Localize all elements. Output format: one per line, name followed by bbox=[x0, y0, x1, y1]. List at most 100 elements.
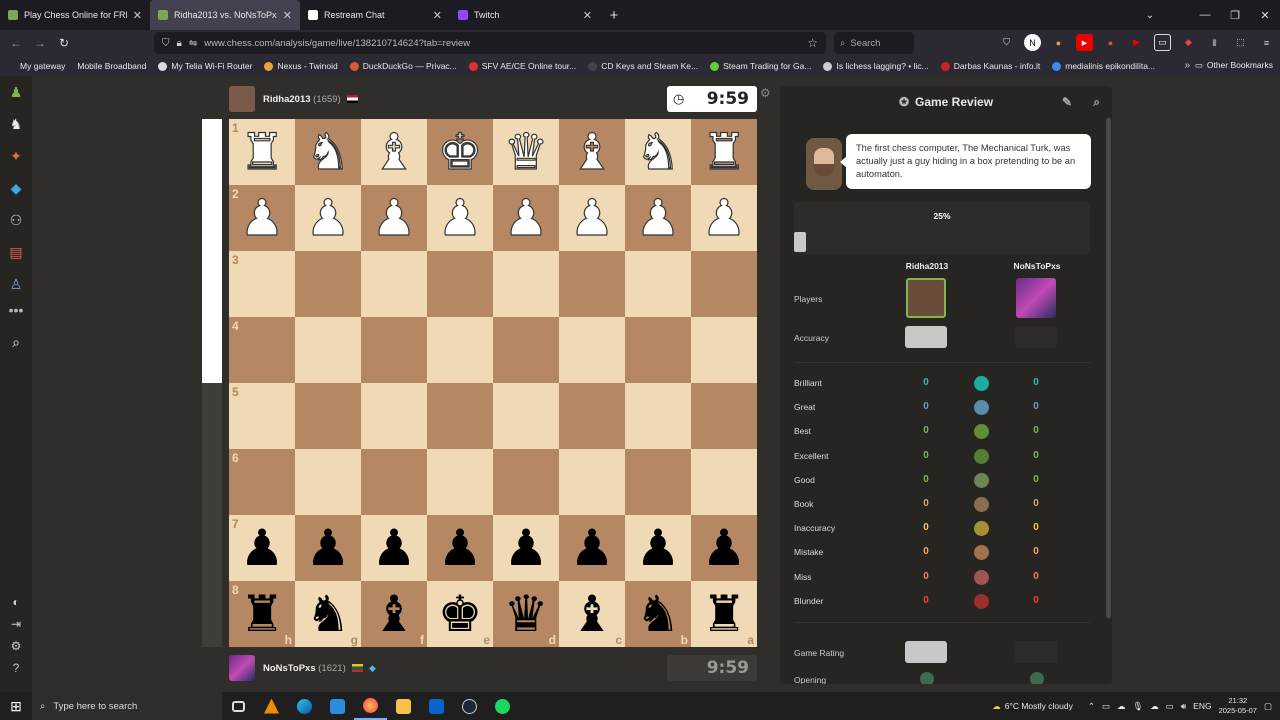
n-extension-icon[interactable]: N bbox=[1024, 34, 1041, 51]
bookmark-item[interactable]: CD Keys and Steam Ke... bbox=[582, 61, 704, 71]
board-square[interactable] bbox=[691, 251, 757, 317]
classification-row-inaccuracy[interactable]: Inaccuracy 0 0 bbox=[780, 519, 1112, 539]
bookmark-item[interactable]: Steam Trading for Ga... bbox=[704, 61, 817, 71]
black-piece-icon[interactable]: ♞ bbox=[306, 589, 351, 639]
board-square[interactable]: ♟ bbox=[691, 515, 757, 581]
player1-avatar[interactable] bbox=[906, 278, 946, 318]
play-icon[interactable]: ♞ bbox=[6, 114, 26, 134]
board-square[interactable]: 6 bbox=[229, 449, 295, 515]
back-icon[interactable]: ← bbox=[4, 31, 28, 55]
board-square[interactable]: ♟ bbox=[427, 185, 493, 251]
board-square[interactable]: ♟ bbox=[493, 185, 559, 251]
windows-start-icon[interactable]: ⊞ bbox=[0, 692, 32, 720]
bookmark-item[interactable]: medialinis epikondilita... bbox=[1046, 61, 1161, 71]
board-square[interactable]: ♟ bbox=[625, 515, 691, 581]
close-tab-icon[interactable]: ✕ bbox=[583, 9, 592, 22]
black-piece-icon[interactable]: ♝ bbox=[570, 589, 615, 639]
tab-game-analysis[interactable]: Ridha2013 vs. NoNsToPxs | Ana ✕ bbox=[150, 0, 300, 30]
white-piece-icon[interactable]: ♝ bbox=[371, 126, 417, 177]
board-square[interactable] bbox=[691, 449, 757, 515]
help-icon[interactable]: ? bbox=[6, 658, 26, 678]
white-piece-icon[interactable]: ♟ bbox=[437, 192, 483, 243]
show-hidden-icons-icon[interactable]: ⌃ bbox=[1088, 701, 1095, 712]
board-square[interactable]: ♞ bbox=[625, 119, 691, 185]
bookmark-item[interactable]: SFV AE/CE Online tour... bbox=[463, 61, 583, 71]
board-square[interactable] bbox=[625, 317, 691, 383]
board-square[interactable] bbox=[691, 383, 757, 449]
cloud-icon[interactable]: ☁ bbox=[1117, 701, 1126, 712]
board-square[interactable] bbox=[559, 383, 625, 449]
steam-icon[interactable] bbox=[453, 692, 486, 720]
board-square[interactable]: 3 bbox=[229, 251, 295, 317]
classification-row-mistake[interactable]: Mistake 0 0 bbox=[780, 543, 1112, 563]
tab-twitch[interactable]: Twitch ✕ bbox=[450, 0, 600, 30]
board-square[interactable]: ♜ bbox=[691, 119, 757, 185]
board-square[interactable]: ♟ bbox=[493, 515, 559, 581]
board-square[interactable] bbox=[493, 251, 559, 317]
puzzle-icon[interactable]: ⬚ bbox=[1232, 34, 1249, 51]
task-view-icon[interactable] bbox=[222, 692, 255, 720]
address-bar[interactable]: ⛉ 🔒︎ ⇋ www.chess.com/analysis/game/live/… bbox=[154, 32, 826, 54]
player2-avatar[interactable] bbox=[1016, 278, 1056, 318]
board-square[interactable]: ♟ bbox=[427, 515, 493, 581]
player-name[interactable]: Ridha2013 bbox=[263, 94, 311, 105]
collapse-icon[interactable]: ⇥ bbox=[6, 614, 26, 634]
bookmark-item[interactable]: Nexus - Twinoid bbox=[258, 61, 343, 71]
social-icon[interactable]: ♙ bbox=[6, 274, 26, 294]
lock-icon[interactable]: 🔒︎ bbox=[177, 38, 182, 49]
analysis-search-icon[interactable]: ⌕ bbox=[1093, 95, 1100, 110]
board-square[interactable]: g ♞ bbox=[295, 581, 361, 647]
chesscom-logo-icon[interactable]: ♟ bbox=[6, 82, 26, 102]
learn-icon[interactable]: ◆ bbox=[6, 178, 26, 198]
board-square[interactable] bbox=[361, 317, 427, 383]
notifications-icon[interactable]: ▢ bbox=[1264, 701, 1272, 712]
reload-icon[interactable]: ↻ bbox=[52, 31, 76, 55]
board-square[interactable]: 2 ♟ bbox=[229, 185, 295, 251]
black-piece-icon[interactable]: ♟ bbox=[504, 523, 549, 573]
board-square[interactable] bbox=[625, 251, 691, 317]
board-square[interactable] bbox=[559, 449, 625, 515]
url-text[interactable]: www.chess.com/analysis/game/live/1382107… bbox=[204, 38, 470, 49]
board-square[interactable]: e ♚ bbox=[427, 581, 493, 647]
more-bookmarks-icon[interactable]: » bbox=[1184, 60, 1190, 71]
board-square[interactable]: d ♛ bbox=[493, 581, 559, 647]
board-square[interactable] bbox=[427, 383, 493, 449]
bookmark-item[interactable]: Darbas Kaunas - info.lt bbox=[935, 61, 1046, 71]
file-explorer-icon[interactable] bbox=[387, 692, 420, 720]
close-window-icon[interactable]: ✕ bbox=[1250, 0, 1280, 30]
extension-icon[interactable]: ▮ bbox=[1206, 34, 1223, 51]
youtube-icon[interactable]: ▶ bbox=[1076, 34, 1093, 51]
black-piece-icon[interactable]: ♛ bbox=[504, 589, 549, 639]
board-settings-icon[interactable]: ⚙ bbox=[760, 86, 771, 100]
onedrive-icon[interactable]: ☁ bbox=[1150, 701, 1159, 712]
white-piece-icon[interactable]: ♚ bbox=[437, 126, 483, 177]
spotify-icon[interactable] bbox=[486, 692, 519, 720]
board-square[interactable] bbox=[295, 383, 361, 449]
network-icon[interactable]: ▭ bbox=[1102, 701, 1110, 712]
maximize-icon[interactable]: ❐ bbox=[1220, 0, 1250, 30]
chessboard[interactable]: 1 ♜ ♞ ♝ ♚ ♛ ♝ ♞ ♜ 2 ♟ ♟ ♟ ♟ ♟ ♟ ♟ ♟ 3 4 5 6 7 ♟ ♟ ♟ ♟ ♟ ♟ ♟ ♟ 8 h ♜ g ♞ f ♝ e ♚… bbox=[229, 119, 757, 647]
extension-badge-icon[interactable]: ◆ bbox=[1180, 34, 1197, 51]
puzzles-icon[interactable]: ✦ bbox=[6, 146, 26, 166]
youtube-icon[interactable]: ▶ bbox=[1128, 34, 1145, 51]
cookie-icon[interactable]: ● bbox=[1050, 34, 1067, 51]
bookmark-item[interactable]: Is lichess lagging? • lic... bbox=[817, 61, 934, 71]
black-piece-icon[interactable]: ♟ bbox=[702, 523, 747, 573]
board-square[interactable]: ♟ bbox=[361, 515, 427, 581]
search-input[interactable]: ⌕ Search bbox=[834, 32, 914, 54]
board-square[interactable] bbox=[493, 383, 559, 449]
close-tab-icon[interactable]: ✕ bbox=[133, 9, 142, 22]
board-square[interactable] bbox=[625, 449, 691, 515]
board-square[interactable]: 4 bbox=[229, 317, 295, 383]
extension-icon[interactable]: ● bbox=[1102, 34, 1119, 51]
board-square[interactable] bbox=[295, 449, 361, 515]
news-icon[interactable]: ▤ bbox=[6, 242, 26, 262]
white-piece-icon[interactable]: ♜ bbox=[239, 126, 285, 177]
forward-icon[interactable]: → bbox=[28, 31, 52, 55]
board-square[interactable] bbox=[493, 317, 559, 383]
close-tab-icon[interactable]: ✕ bbox=[433, 9, 442, 22]
board-square[interactable]: ♟ bbox=[559, 185, 625, 251]
close-tab-icon[interactable]: ✕ bbox=[283, 9, 292, 22]
black-piece-icon[interactable]: ♟ bbox=[306, 523, 351, 573]
board-square[interactable]: a ♜ bbox=[691, 581, 757, 647]
